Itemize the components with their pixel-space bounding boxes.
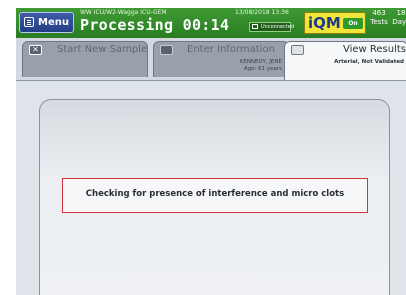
tab-enter-information[interactable]: Enter Information KENNEDY, JENE Age: 61 … xyxy=(153,41,289,77)
tab-label: View Results xyxy=(343,44,406,55)
days-label: Days xyxy=(392,18,406,26)
menu-button[interactable]: Menu xyxy=(19,12,74,33)
keyboard-icon xyxy=(160,45,173,55)
analyzer-screen: Menu WW ICU/W2-Wagga ICU-GEM Processing … xyxy=(16,8,406,295)
results-icon xyxy=(291,45,304,55)
days-counter: 18 Days xyxy=(391,9,406,27)
connection-status: Unconnected xyxy=(249,22,294,32)
days-count: 18 xyxy=(396,9,406,17)
network-icon xyxy=(252,24,258,29)
status-header: Menu WW ICU/W2-Wagga ICU-GEM Processing … xyxy=(16,8,406,38)
iqm-logo: iQM xyxy=(308,14,341,32)
date-time: 13/08/2018 13:36 xyxy=(235,9,289,16)
sample-type: Arterial, Not Validated xyxy=(334,59,404,65)
tab-label: Start New Sample xyxy=(57,44,148,55)
menu-label: Menu xyxy=(38,17,69,28)
tab-start-new-sample[interactable]: ✕ Start New Sample xyxy=(22,41,148,77)
iqm-status-button[interactable]: iQM On xyxy=(304,12,366,34)
processing-status: Processing 00:14 xyxy=(80,16,230,34)
location-label: WW ICU/W2-Wagga ICU-GEM xyxy=(80,9,167,16)
menu-icon xyxy=(24,17,34,27)
tests-count: 463 xyxy=(372,9,386,17)
patient-name: KENNEDY, JENE xyxy=(239,59,282,65)
patient-age: Age: 61 years xyxy=(243,66,282,72)
tab-label: Enter Information xyxy=(187,44,275,55)
tests-label: Tests xyxy=(370,18,388,26)
processing-message: Checking for presence of interference an… xyxy=(85,189,345,199)
results-panel: Checking for presence of interference an… xyxy=(39,99,390,295)
message-box: Checking for presence of interference an… xyxy=(62,178,368,213)
tab-strip: ✕ Start New Sample Enter Information KEN… xyxy=(16,38,406,81)
tests-counter: 463 Tests xyxy=(368,9,390,27)
iqm-on-badge: On xyxy=(343,18,363,29)
tab-view-results[interactable]: View Results Arterial, Not Validated xyxy=(284,41,406,80)
close-icon: ✕ xyxy=(29,45,42,55)
